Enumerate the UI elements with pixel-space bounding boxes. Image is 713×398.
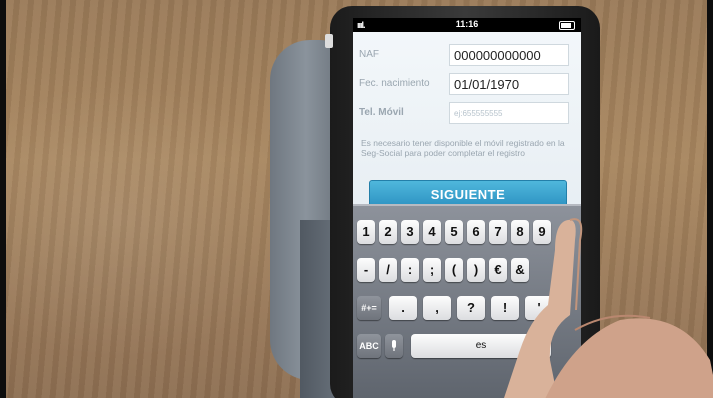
tel-row: Tel. Móvil ej:655555555 [353,102,581,126]
fecha-label: Fec. nacimiento [359,78,430,89]
info-note: Es necesario tener disponible el móvil r… [361,138,565,158]
mic-icon [392,340,396,351]
mic-key[interactable] [385,334,403,358]
naf-input[interactable]: 000000000000 [449,44,569,66]
tel-input[interactable]: ej:655555555 [449,102,569,124]
key-colon[interactable]: : [401,258,419,282]
fecha-input[interactable]: 01/01/1970 [449,73,569,95]
naf-label: NAF [359,49,379,60]
status-bar: ıııl. 11:16 [353,18,581,32]
phone-side-button [325,34,333,48]
symbols-toggle-key[interactable]: #+= [357,296,381,320]
naf-row: NAF 000000000000 [353,44,581,68]
registration-form: NAF 000000000000 Fec. nacimiento 01/01/1… [353,32,581,218]
key-1[interactable]: 1 [357,220,375,244]
battery-icon [559,21,575,30]
key-2[interactable]: 2 [379,220,397,244]
abc-key[interactable]: ABC [357,334,381,358]
key-3[interactable]: 3 [401,220,419,244]
fecha-row: Fec. nacimiento 01/01/1970 [353,73,581,97]
frame-edge-left [0,0,6,398]
key-slash[interactable]: / [379,258,397,282]
status-time: 11:16 [455,19,479,29]
pointing-hand [504,218,713,398]
key-period[interactable]: . [389,296,417,320]
tel-label: Tel. Móvil [359,107,404,118]
background-scene: ıııl. 11:16 NAF 000000000000 Fec. nacimi… [0,0,713,398]
key-hyphen[interactable]: - [357,258,375,282]
